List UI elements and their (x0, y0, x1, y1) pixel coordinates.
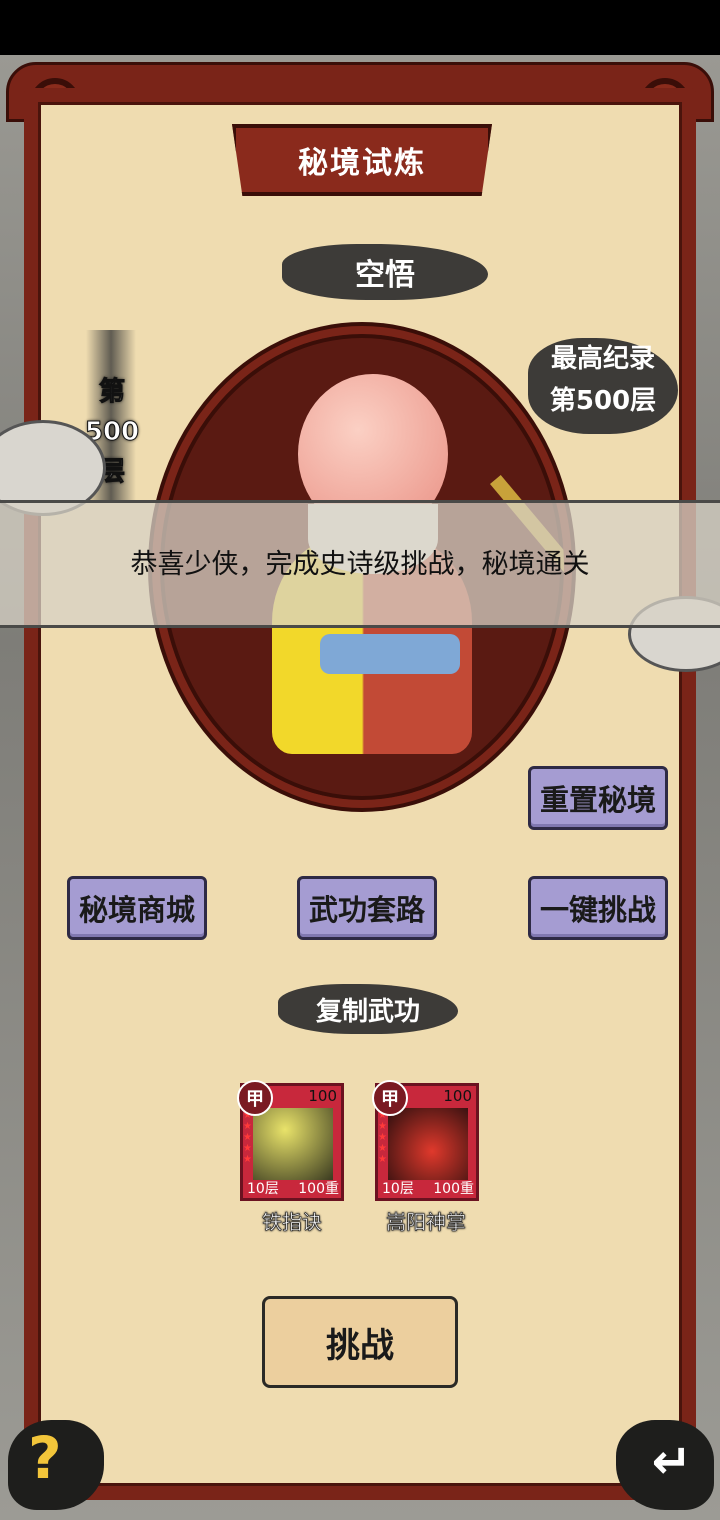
skill-name: 嵩阳神掌 (386, 1210, 467, 1235)
grade-badge: 甲 (237, 1080, 273, 1116)
skill-card[interactable]: ★ ★ ★ ★ ★ 甲 100 10层 100重 (372, 1080, 479, 1201)
card-level: 100 (308, 1087, 337, 1105)
card-layer: 10层 (247, 1181, 279, 1197)
floor-prefix: 第 (98, 377, 125, 408)
reset-button[interactable]: 重置秘境 (528, 766, 668, 830)
star-rating: ★ ★ ★ ★ ★ (243, 1110, 252, 1165)
star-rating: ★ ★ ★ ★ ★ (378, 1110, 387, 1165)
card-weight: 100重 (298, 1181, 339, 1197)
record-label: 最高纪录 (550, 344, 655, 374)
sash (320, 634, 460, 674)
notice-text: 恭喜少侠，完成史诗级挑战，秘境通关 (130, 548, 590, 580)
challenge-button[interactable]: 挑战 (262, 1296, 458, 1388)
finger-icon (253, 1108, 333, 1180)
skill-section-title: 复制武功 (315, 996, 420, 1027)
card-level: 100 (443, 1087, 472, 1105)
routine-button[interactable]: 武功套路 (297, 876, 437, 940)
help-icon[interactable]: ? (28, 1424, 62, 1492)
boss-name: 空悟 (355, 258, 415, 293)
card-layer: 10层 (382, 1181, 414, 1197)
best-record: 最高纪录 第500层 (528, 338, 678, 422)
shop-button[interactable]: 秘境商城 (67, 876, 207, 940)
auto-challenge-button[interactable]: 一键挑战 (528, 876, 668, 940)
record-value: 第500层 (549, 386, 657, 416)
return-arrow-icon[interactable]: ↵ (652, 1434, 692, 1490)
palm-icon (388, 1108, 468, 1180)
card-weight: 100重 (433, 1181, 474, 1197)
grade-badge: 甲 (372, 1080, 408, 1116)
page-title: 秘境试炼 (232, 124, 492, 196)
skill-name: 铁指诀 (262, 1210, 323, 1235)
skill-card[interactable]: ★ ★ ★ ★ ★ 甲 100 10层 100重 (237, 1080, 344, 1201)
status-bar (0, 0, 720, 55)
